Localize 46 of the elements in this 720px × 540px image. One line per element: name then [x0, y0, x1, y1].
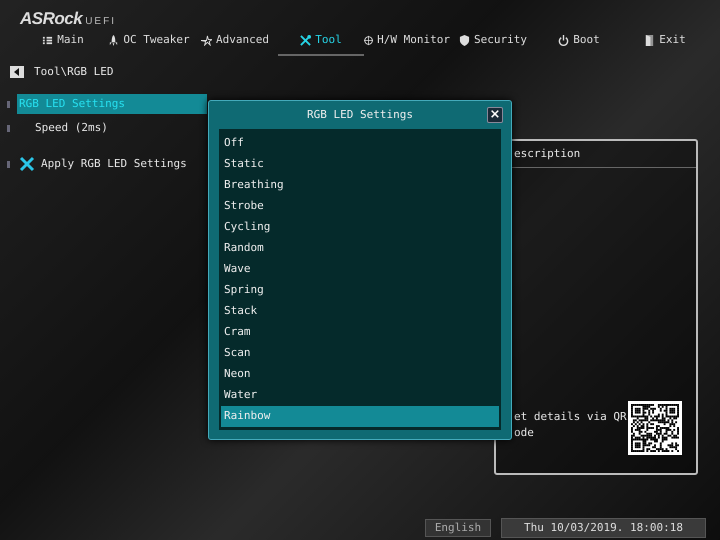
option-item[interactable]: Random	[221, 238, 499, 259]
tools-icon	[19, 156, 35, 172]
setting-item[interactable]: Apply RGB LED Settings	[17, 154, 207, 174]
power-icon	[558, 34, 570, 46]
triangle-left-icon	[14, 68, 20, 76]
exit-icon	[644, 34, 656, 46]
back-button[interactable]	[10, 66, 24, 78]
target-icon	[364, 34, 374, 46]
shield-icon	[459, 34, 470, 46]
tab[interactable]: Boot	[536, 30, 622, 56]
rocket-icon	[108, 34, 120, 46]
tab[interactable]: OC Tweaker	[106, 30, 192, 56]
tab[interactable]: Advanced	[192, 30, 278, 56]
option-item[interactable]: Breathing	[221, 175, 499, 196]
tab[interactable]: Tool	[278, 30, 364, 56]
option-item[interactable]: Off	[221, 133, 499, 154]
list-icon	[42, 34, 54, 46]
language-button[interactable]: English	[425, 519, 491, 537]
setting-item[interactable]: Speed (2ms)	[17, 118, 207, 138]
description-text: ode	[514, 425, 535, 441]
tools-icon	[300, 34, 312, 46]
tab[interactable]: Security	[450, 30, 536, 56]
option-item[interactable]: Spring	[221, 280, 499, 301]
option-item[interactable]: Neon	[221, 364, 499, 385]
logo-subtitle: UEFI	[85, 16, 116, 27]
option-item[interactable]: Wave	[221, 259, 499, 280]
close-button[interactable]: ×	[487, 107, 503, 123]
dialog-title: RGB LED Settings	[307, 106, 413, 123]
option-item[interactable]: Rainbow	[221, 406, 499, 427]
breadcrumb: Tool\RGB LED	[34, 64, 114, 80]
description-text: et details via QR	[514, 409, 627, 425]
date-time: Thu 10/03/2019. 18:00:18	[501, 518, 706, 538]
qr-code-icon	[628, 401, 682, 455]
option-item[interactable]: Stack	[221, 301, 499, 322]
option-item[interactable]: Scan	[221, 343, 499, 364]
tab[interactable]: Exit	[622, 30, 708, 56]
tab[interactable]: H/W Monitor	[364, 30, 450, 56]
option-item[interactable]: Static	[221, 154, 499, 175]
panel-title: escription	[514, 147, 580, 160]
option-item[interactable]: Cycling	[221, 217, 499, 238]
option-item[interactable]: Strobe	[221, 196, 499, 217]
option-item[interactable]: Water	[221, 385, 499, 406]
tab[interactable]: Main	[20, 30, 106, 56]
star-icon	[201, 34, 212, 46]
brand-logo: ASRock	[20, 9, 82, 28]
option-item[interactable]: Cram	[221, 322, 499, 343]
